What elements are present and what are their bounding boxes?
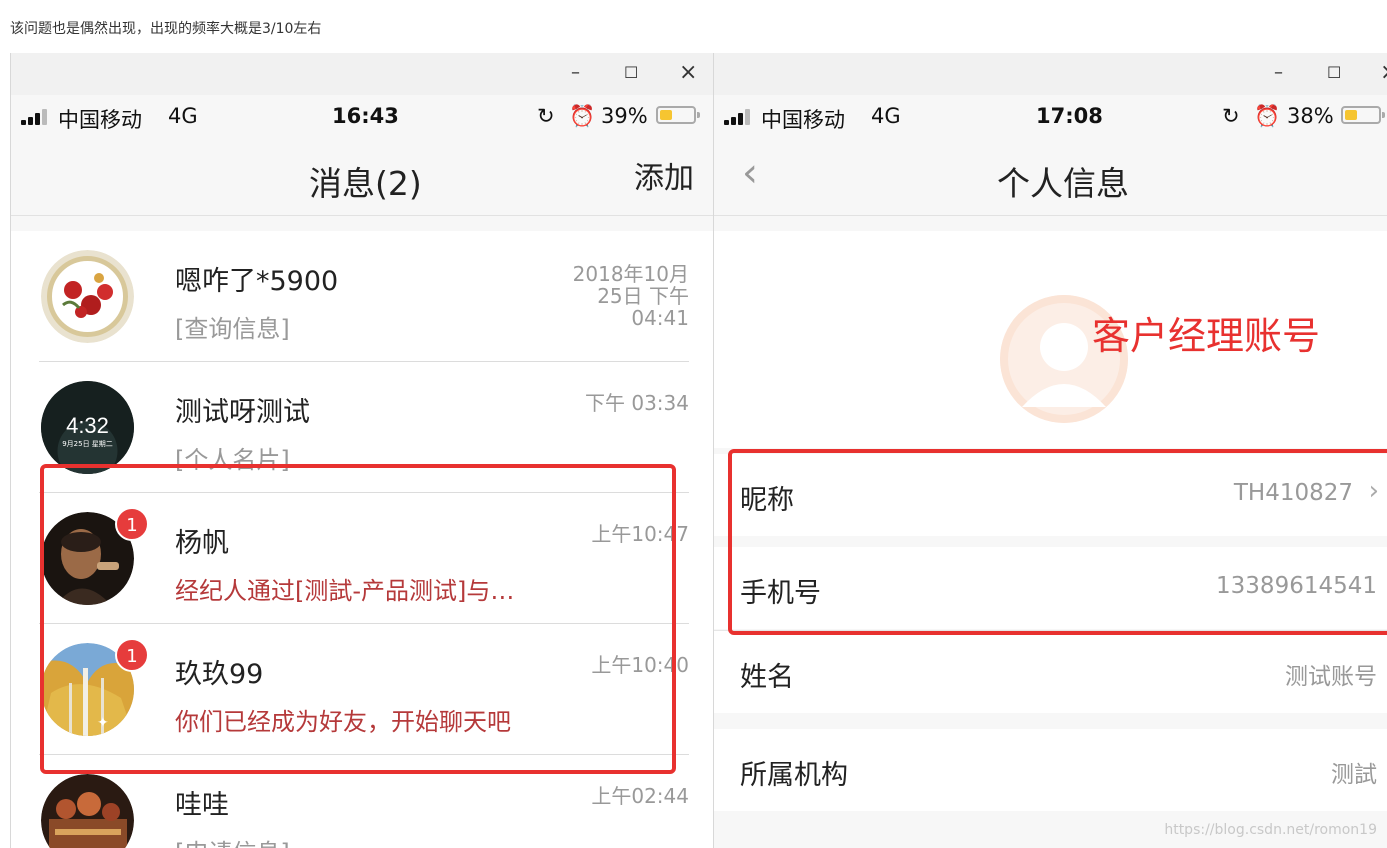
status-bar: 中国移动 4G 17:08 ↻ ⏰ 38% [714,95,1387,135]
battery-icon [1341,106,1385,124]
list-item[interactable]: 4:32 9月25日 星期二 测试呀测试 [个人名片] 下午 03:34 [11,362,713,493]
minimize-button[interactable]: – [1274,63,1283,83]
list-item[interactable]: 嗯咋了*5900 [查询信息] 2018年10月 25日 下午 04:41 [11,231,713,362]
rotation-lock-icon: ↻ [1222,104,1240,128]
timestamp: 上午10:40 [591,653,689,677]
contact-name: 玖玖99 [175,659,264,690]
field-value: 测试账号 [1285,664,1377,690]
organization-row: 所属机构 测試 [714,729,1387,811]
field-value: 13389614541 [1216,573,1377,599]
clock-label: 17:08 [1036,104,1103,128]
svg-text:✦: ✦ [97,715,109,731]
watermark: https://blog.csdn.net/romon19 [1164,822,1377,838]
left-window: – ☐ × 中国移动 4G 16:43 ↻ ⏰ 39% 消息(2) 添加 嗯咋了… [10,53,714,848]
field-label: 手机号 [740,578,821,609]
close-button[interactable]: × [679,62,697,84]
caption: 该问题也是偶然出现，出现的频率大概是3/10左右 [10,21,322,37]
name-row: 姓名 测试账号 [714,630,1387,713]
title-bar: – ☐ × [714,53,1387,95]
nickname-row[interactable]: 昵称 TH410827 › [714,454,1387,536]
message-preview: [申请信息] [175,833,290,848]
close-button[interactable]: × [1380,62,1387,84]
message-preview: [个人名片] [175,446,290,474]
maximize-button[interactable]: ☐ [624,63,638,83]
nav-bar: ‹ 个人信息 [714,135,1387,216]
list-item[interactable]: 哇哇 [申请信息] 上午02:44 [11,755,713,848]
battery-percent: 39% [601,104,648,128]
clock-label: 16:43 [332,104,399,128]
message-list: 嗯咋了*5900 [查询信息] 2018年10月 25日 下午 04:41 4:… [11,231,713,848]
avatar: 4:32 9月25日 星期二 [41,381,134,474]
avatar [41,250,134,343]
maximize-button[interactable]: ☐ [1327,63,1341,83]
rotation-lock-icon: ↻ [537,104,555,128]
signal-icon [21,109,49,125]
field-label: 所属机构 [740,760,848,791]
message-preview: 你们已经成为好友，开始聊天吧 [175,708,511,736]
alarm-icon: ⏰ [1254,104,1281,128]
contact-name: 杨帆 [175,528,229,559]
alarm-icon: ⏰ [569,104,596,128]
field-value: TH410827 [1233,480,1353,506]
carrier-label: 中国移动 [58,108,142,132]
field-label: 姓名 [740,662,794,693]
avatar [41,774,134,848]
back-chevron-icon[interactable]: ‹ [742,153,758,193]
page-title: 消息(2) [309,164,422,203]
list-item[interactable]: ✦ 1 玖玖99 你们已经成为好友，开始聊天吧 上午10:40 [11,624,713,755]
battery-percent: 38% [1287,104,1334,128]
page-title: 个人信息 [997,164,1129,203]
network-label: 4G [871,104,901,128]
timestamp: 2018年10月 25日 下午 04:41 [572,262,689,330]
title-bar: – ☐ × [11,53,713,95]
annotation-label: 客户经理账号 [1092,314,1321,358]
contact-name: 嗯咋了*5900 [175,266,339,297]
timestamp: 上午02:44 [591,784,689,808]
right-window: – ☐ × 中国移动 4G 17:08 ↻ ⏰ 38% ‹ 个人信息 客户经理账… [714,53,1387,848]
contact-name: 哇哇 [175,790,229,821]
phone-row: 手机号 13389614541 [714,547,1387,629]
contact-name: 测试呀测试 [175,397,310,428]
profile-header: 客户经理账号 [714,231,1387,448]
network-label: 4G [168,104,198,128]
timestamp: 上午10:47 [591,522,689,546]
unread-badge: 1 [115,507,149,541]
minimize-button[interactable]: – [571,63,580,83]
signal-icon [724,109,752,125]
field-label: 昵称 [740,485,794,516]
list-item[interactable]: 1 杨帆 经纪人通过[测試-产品测试]与… 上午10:47 [11,493,713,624]
timestamp: 下午 03:34 [585,391,689,415]
avatar-clock-text: 4:32 [66,413,109,438]
battery-icon [656,106,700,124]
unread-badge: 1 [115,638,149,672]
message-preview: [查询信息] [175,315,290,343]
carrier-label: 中国移动 [761,108,845,132]
status-bar: 中国移动 4G 16:43 ↻ ⏰ 39% [11,95,713,135]
chevron-right-icon: › [1368,476,1379,506]
field-value: 测試 [1331,762,1377,788]
avatar-date-text: 9月25日 星期二 [62,440,113,448]
add-button[interactable]: 添加 [634,153,694,197]
nav-bar: 消息(2) 添加 [11,135,713,216]
message-preview: 经纪人通过[测試-产品测试]与… [175,577,515,605]
